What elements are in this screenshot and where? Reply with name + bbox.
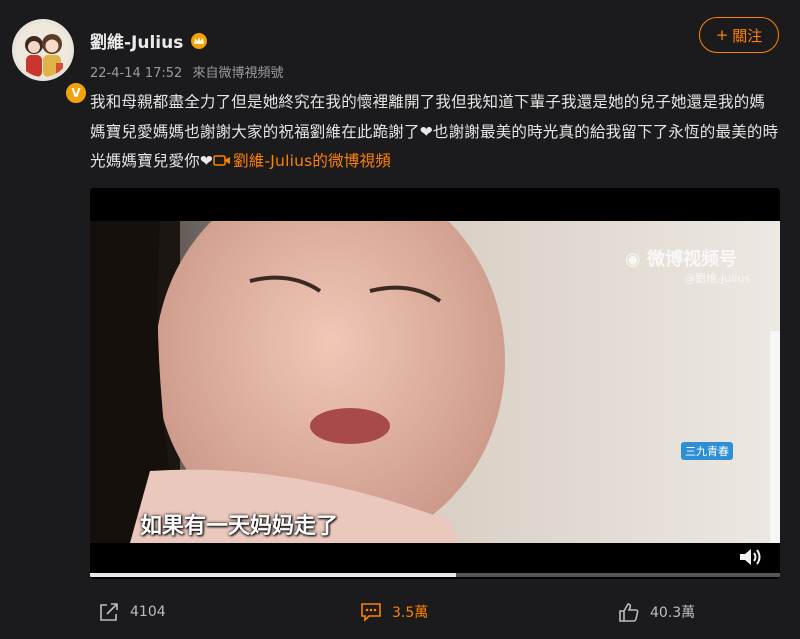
username[interactable]: 劉維-Julius bbox=[90, 28, 183, 53]
video-player[interactable]: ◉ 微博视频号 @劉維-Julius 三九青春 如果有一天妈妈走了 bbox=[90, 188, 780, 579]
like-icon bbox=[619, 603, 639, 622]
comment-icon bbox=[361, 603, 381, 622]
like-count: 40.3萬 bbox=[650, 605, 696, 621]
action-bar: 4104 3.5萬 40.3萬 bbox=[90, 602, 780, 626]
post-meta: 22-4-14 17:52 來自微博視頻號 bbox=[90, 62, 284, 81]
post-source[interactable]: 來自微博視頻號 bbox=[192, 66, 283, 81]
share-button[interactable]: 4104 bbox=[98, 602, 166, 622]
like-button[interactable]: 40.3萬 bbox=[618, 602, 695, 622]
video-link[interactable]: 劉維-Julius的微博視頻 bbox=[213, 152, 391, 170]
video-camera-icon bbox=[213, 155, 231, 166]
avatar[interactable]: V bbox=[12, 19, 88, 105]
avatar-image bbox=[16, 23, 70, 77]
heart-icon: ❤ bbox=[419, 122, 433, 141]
video-subtitle: 如果有一天妈妈走了 bbox=[140, 514, 339, 539]
weibo-logo-icon: ◉ bbox=[625, 249, 641, 270]
comment-count: 3.5萬 bbox=[392, 605, 429, 621]
speaker-icon[interactable] bbox=[738, 547, 764, 567]
verified-badge-icon: V bbox=[64, 81, 88, 105]
follow-button[interactable]: + 關注 bbox=[699, 17, 779, 53]
video-progress-fill bbox=[90, 573, 456, 577]
video-link-label: 劉維-Julius的微博視頻 bbox=[233, 152, 391, 170]
follow-label: 關注 bbox=[732, 26, 763, 45]
comment-button[interactable]: 3.5萬 bbox=[360, 602, 428, 622]
username-row: 劉維-Julius bbox=[90, 28, 209, 53]
watermark-text: 微博视频号 bbox=[647, 249, 737, 270]
video-progress-bar[interactable] bbox=[90, 573, 780, 577]
watermark-sub: @劉維-Julius bbox=[684, 272, 750, 285]
share-icon bbox=[100, 603, 118, 621]
show-logo: 三九青春 bbox=[681, 442, 733, 460]
video-watermark: ◉ 微博视频号 bbox=[625, 245, 737, 271]
crown-icon bbox=[191, 32, 208, 49]
post-date[interactable]: 22-4-14 17:52 bbox=[90, 66, 182, 81]
heart-icon: ❤ bbox=[199, 152, 214, 170]
post-text: 我和母親都盡全力了但是她終究在我的懷裡離開了我但我知道下輩子我還是她的兒子她還是… bbox=[90, 88, 780, 177]
share-count: 4104 bbox=[130, 604, 166, 620]
plus-icon: + bbox=[715, 26, 729, 44]
